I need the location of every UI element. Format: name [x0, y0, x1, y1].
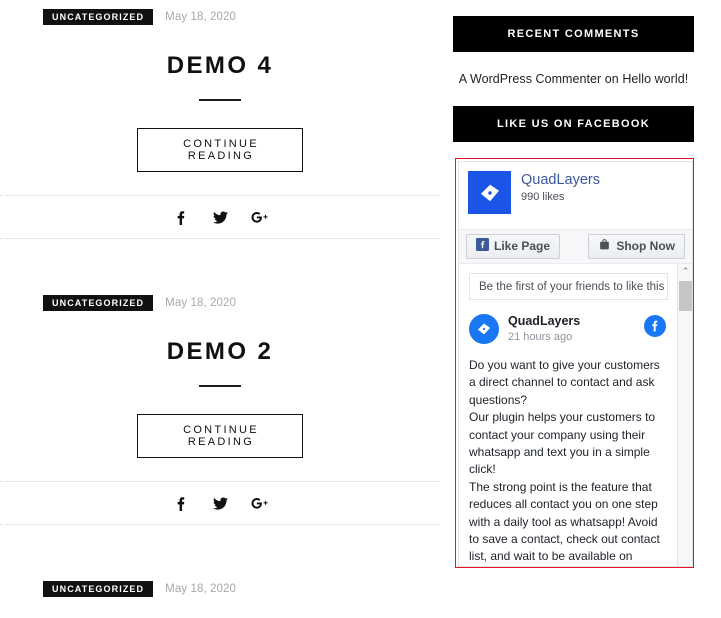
comment-author-link[interactable]: A WordPress Commenter: [459, 72, 602, 86]
post-divider-bottom: [0, 238, 440, 240]
google-plus-icon[interactable]: [249, 208, 269, 228]
facebook-page-likes: 990 likes: [521, 191, 565, 203]
post-title[interactable]: Demo 4: [0, 26, 440, 80]
facebook-post-author[interactable]: QuadLayers: [508, 314, 580, 329]
page-root: Uncategorized May 18, 2020 Demo 4 Contin…: [0, 0, 721, 618]
read-more-wrapper: Continue Reading: [0, 387, 440, 458]
post-meta: Uncategorized May 18, 2020: [0, 286, 440, 312]
like-page-button[interactable]: Like Page: [466, 234, 561, 259]
post-article: Uncategorized May 18, 2020 Demo 4 Contin…: [0, 0, 440, 240]
category-badge[interactable]: Uncategorized: [43, 8, 154, 25]
post-meta: Uncategorized May 18, 2020: [0, 0, 440, 26]
facebook-post-header: QuadLayers 21 hours ago: [469, 314, 668, 348]
post-author-avatar-icon[interactable]: [469, 314, 499, 344]
facebook-page-meta: QuadLayers 990 likes: [511, 171, 600, 229]
comment-connector: on: [604, 72, 619, 86]
twitter-icon[interactable]: [210, 494, 230, 514]
main-content-column: Uncategorized May 18, 2020 Demo 4 Contin…: [0, 0, 440, 618]
post-date: May 18, 2020: [165, 296, 237, 309]
category-badge[interactable]: Uncategorized: [43, 294, 154, 311]
comment-post-link[interactable]: Hello world!: [622, 72, 688, 86]
post-divider-bottom: [0, 524, 440, 526]
share-row: [0, 483, 440, 524]
facebook-circle-icon: [644, 315, 666, 337]
post-title[interactable]: Demo 2: [0, 312, 440, 366]
shopping-bag-icon: [598, 238, 611, 255]
google-plus-icon[interactable]: [249, 494, 269, 514]
facebook-feed-post: QuadLayers 21 hours ago Do you want to g…: [459, 300, 678, 566]
facebook-icon[interactable]: [171, 208, 191, 228]
facebook-page-widget: QuadLayers 990 likes Like Page Shop Now …: [455, 158, 694, 568]
facebook-feed-scrollbar[interactable]: ⌃ ⌄: [677, 264, 692, 566]
post-article: Uncategorized May 18, 2020 Demo 2 Contin…: [0, 286, 440, 526]
facebook-cta-bar: Like Page Shop Now: [459, 229, 692, 264]
facebook-icon[interactable]: [171, 494, 191, 514]
post-date: May 18, 2020: [165, 10, 237, 23]
page-avatar-icon[interactable]: [468, 171, 511, 214]
post-meta: Uncategorized May 18, 2020: [0, 572, 440, 598]
scrollbar-thumb[interactable]: [679, 281, 692, 311]
like-page-label: Like Page: [494, 239, 551, 253]
post-title[interactable]: Demo 3: [0, 598, 440, 618]
post-date: May 18, 2020: [165, 582, 237, 595]
continue-reading-button[interactable]: Continue Reading: [137, 128, 303, 172]
scroll-down-arrow-icon[interactable]: ⌄: [678, 558, 692, 566]
facebook-page-name[interactable]: QuadLayers: [521, 172, 600, 188]
facebook-feed-scroll-area: Be the first of your friends to like thi…: [459, 264, 692, 566]
facebook-feed-content: Be the first of your friends to like thi…: [459, 264, 678, 566]
facebook-f-icon: [476, 238, 489, 255]
shop-now-label: Shop Now: [616, 239, 675, 253]
share-row: [0, 197, 440, 238]
scroll-up-arrow-icon[interactable]: ⌃: [678, 264, 692, 279]
facebook-widget-header: QuadLayers 990 likes: [459, 162, 692, 229]
twitter-icon[interactable]: [210, 208, 230, 228]
facebook-post-timestamp: 21 hours ago: [508, 331, 573, 343]
widget-title-recent-comments: Recent Comments: [453, 16, 694, 52]
widget-title-facebook: Like us on Facebook: [453, 106, 694, 142]
category-badge[interactable]: Uncategorized: [43, 580, 154, 597]
read-more-wrapper: Continue Reading: [0, 101, 440, 172]
post-article: Uncategorized May 18, 2020 Demo 3: [0, 572, 440, 618]
continue-reading-button[interactable]: Continue Reading: [137, 414, 303, 458]
shop-now-button[interactable]: Shop Now: [588, 234, 685, 259]
recent-comment-item: A WordPress Commenter on Hello world!: [453, 71, 694, 88]
facebook-post-text: Do you want to give your customers a dir…: [469, 358, 660, 564]
sidebar-column: Recent Comments A WordPress Commenter on…: [440, 0, 721, 618]
facebook-widget-inner: QuadLayers 990 likes Like Page Shop Now …: [458, 161, 693, 567]
friends-like-prompt: Be the first of your friends to like thi…: [469, 273, 668, 300]
facebook-post-meta: QuadLayers 21 hours ago: [499, 314, 580, 344]
